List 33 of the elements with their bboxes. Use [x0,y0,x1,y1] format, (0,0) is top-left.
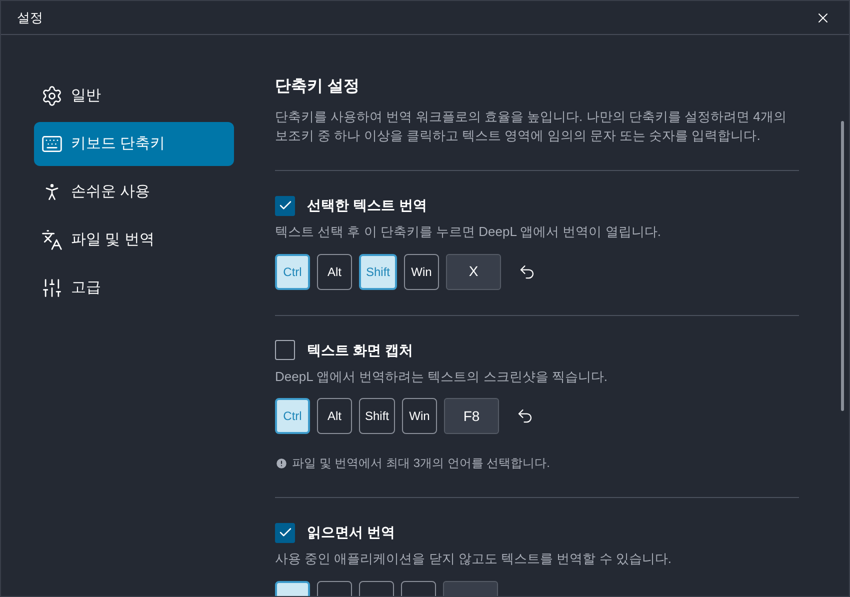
checkbox[interactable] [275,522,295,542]
sliders-icon [41,277,63,299]
modifier-key[interactable]: Alt [317,254,352,290]
undo-icon[interactable] [518,262,536,280]
section-title: 단축키 설정 [275,77,360,97]
sidebar-item[interactable]: 키보드 단축키 [34,122,234,166]
sidebar-item[interactable]: 파일 및 번역 [34,218,234,262]
option-description: 사용 중인 애플리케이션을 닫지 않고도 텍스트를 번역할 수 있습니다. [275,550,673,568]
section-description: 단축키를 사용하여 번역 워크플로의 효율을 높입니다. 나만의 단축키를 설정하려면 4개의 보조키 중 하나 이상을 클릭하고 텍스트 영역에 임의의 문자 또는 숫자를 입력합니다. [275,108,788,145]
key-field[interactable]: F8 [444,398,500,434]
modifier-key[interactable]: Alt [317,398,352,434]
scrollbar-thumb[interactable] [841,121,844,411]
option-label: 선택한 텍스트 번역 [307,196,427,215]
checkbox[interactable] [275,340,295,360]
sidebar-item[interactable]: 일반 [34,74,234,118]
key-field[interactable]: X [446,254,502,290]
option-description: 텍스트 선택 후 이 단축키를 누르면 DeepL 앱에서 번역이 열립니다. [275,223,662,241]
translate-icon [41,229,63,251]
modifier-key[interactable]: Win [402,398,438,434]
note-text: 파일 및 번역에서 최대 3개의 언어를 선택합니다. [292,455,550,472]
checkbox[interactable] [275,196,295,216]
alert-icon [275,456,288,470]
gear-icon [41,85,63,107]
modifier-key[interactable]: Win [404,254,440,290]
option-label: 읽으면서 번역 [307,523,395,542]
sidebar-item[interactable]: 고급 [34,266,234,310]
option-label: 텍스트 화면 캡처 [307,340,413,360]
undo-icon[interactable] [516,407,534,425]
modifier-key[interactable]: Shift [359,398,396,434]
option-description: DeepL 앱에서 번역하려는 텍스트의 스크린샷을 찍습니다. [275,368,608,386]
window-title: 설정 [17,8,43,27]
sidebar-item[interactable]: 손쉬운 사용 [34,170,234,214]
keyboard-icon [41,133,63,155]
